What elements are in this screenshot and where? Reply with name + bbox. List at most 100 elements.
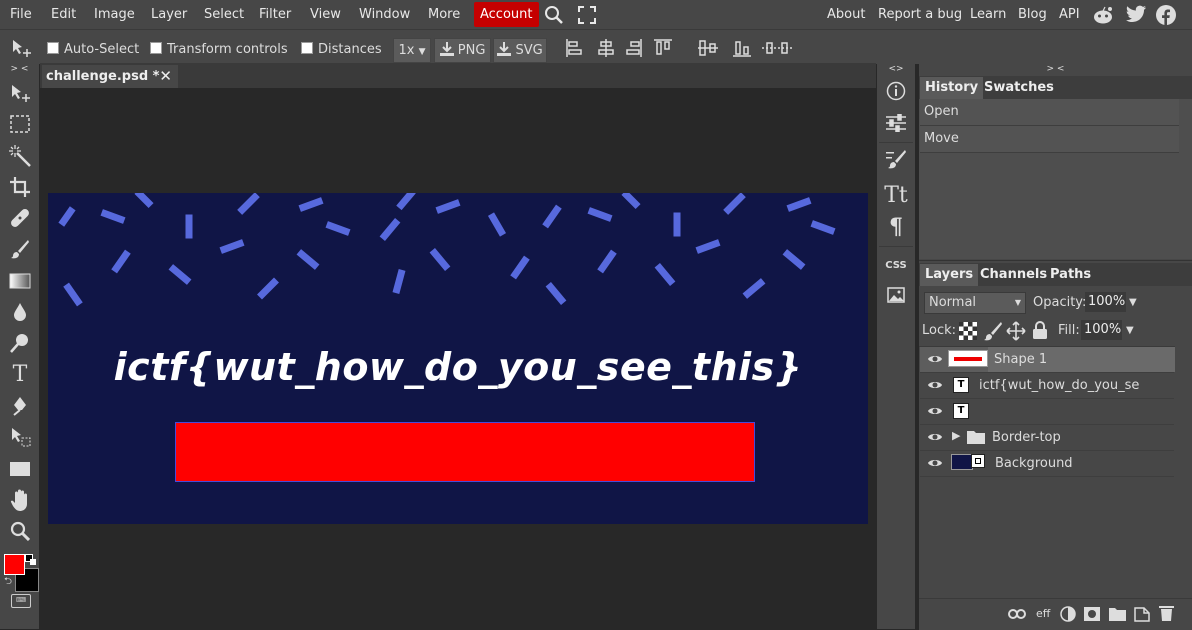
- lock-transparency-icon[interactable]: [959, 322, 977, 340]
- blur-tool[interactable]: [5, 299, 35, 325]
- align-top-icon[interactable]: [654, 39, 672, 55]
- effects-button[interactable]: eff: [1036, 607, 1050, 620]
- search-icon[interactable]: [544, 5, 564, 25]
- link-api[interactable]: API: [1059, 0, 1080, 29]
- opacity-dropdown-icon[interactable]: ▼: [1129, 293, 1137, 313]
- new-group-icon[interactable]: [1109, 607, 1126, 621]
- hand-tool[interactable]: [5, 487, 35, 513]
- pen-tool[interactable]: [5, 393, 35, 419]
- zoom-tool[interactable]: [5, 518, 35, 544]
- fill-dropdown-icon[interactable]: ▼: [1126, 321, 1134, 341]
- adjustments-icon[interactable]: [881, 109, 911, 137]
- menu-filter[interactable]: Filter: [259, 0, 291, 29]
- foreground-color-swatch[interactable]: [4, 554, 25, 575]
- opacity-input[interactable]: 100%: [1085, 292, 1126, 312]
- visibility-eye-icon[interactable]: [927, 378, 943, 392]
- visibility-eye-icon[interactable]: [927, 404, 943, 418]
- dodge-tool[interactable]: [5, 330, 35, 356]
- distribute-icon[interactable]: [762, 42, 792, 54]
- lock-position-icon[interactable]: [1006, 321, 1026, 341]
- swap-colors-icon[interactable]: ⮌: [4, 574, 12, 591]
- facebook-icon[interactable]: [1156, 5, 1176, 25]
- marquee-tool[interactable]: [5, 111, 35, 137]
- menu-file[interactable]: File: [10, 0, 32, 29]
- add-mask-icon[interactable]: [1084, 607, 1100, 621]
- layer-row-shape-1[interactable]: Shape 1: [920, 347, 1175, 373]
- layer-row-text-empty[interactable]: T: [920, 399, 1174, 425]
- close-icon[interactable]: ✕: [159, 65, 172, 88]
- magic-wand-tool[interactable]: [5, 143, 35, 169]
- image-icon[interactable]: [881, 281, 911, 309]
- tab-channels[interactable]: Channels: [975, 264, 1052, 286]
- move-tool[interactable]: [5, 80, 35, 106]
- healing-tool[interactable]: [5, 205, 35, 231]
- reddit-icon[interactable]: [1092, 5, 1114, 25]
- menu-image[interactable]: Image: [94, 0, 135, 29]
- blend-mode-value: Normal: [929, 295, 977, 310]
- menu-edit[interactable]: Edit: [51, 0, 76, 29]
- brush-settings-icon[interactable]: [881, 145, 911, 173]
- align-center-h-icon[interactable]: [598, 39, 614, 57]
- account-button[interactable]: Account: [474, 2, 539, 27]
- new-layer-icon[interactable]: [1134, 605, 1150, 622]
- link-blog[interactable]: Blog: [1018, 0, 1047, 29]
- distances-checkbox[interactable]: Distances: [301, 30, 382, 64]
- export-png-button[interactable]: PNG: [434, 38, 491, 63]
- align-middle-icon[interactable]: [698, 40, 718, 56]
- expand-toggle-icon[interactable]: <>: [877, 63, 915, 75]
- menu-window[interactable]: Window: [359, 0, 410, 29]
- document-tab[interactable]: challenge.psd * ✕: [42, 65, 178, 88]
- info-icon[interactable]: [881, 77, 911, 105]
- auto-select-checkbox[interactable]: Auto-Select: [47, 30, 139, 64]
- collapse-toggle-icon[interactable]: > <: [0, 63, 39, 75]
- fill-input[interactable]: 100%: [1081, 320, 1122, 340]
- menu-more[interactable]: More: [428, 0, 460, 29]
- align-right-icon[interactable]: [626, 39, 642, 57]
- tab-paths[interactable]: Paths: [1045, 264, 1096, 286]
- panel-collapse-icon[interactable]: > <: [919, 63, 1192, 75]
- twitter-icon[interactable]: [1126, 5, 1147, 25]
- align-left-icon[interactable]: [566, 39, 582, 57]
- shape-tool[interactable]: [5, 456, 35, 482]
- css-icon[interactable]: CSS: [881, 251, 911, 279]
- adjustment-layer-icon[interactable]: [1060, 606, 1076, 622]
- history-entry-open[interactable]: Open: [920, 99, 1179, 126]
- delete-layer-icon[interactable]: [1159, 604, 1174, 622]
- expand-group-icon[interactable]: ▶: [952, 429, 960, 442]
- blend-mode-select[interactable]: Normal ▼: [924, 292, 1026, 314]
- lock-pixels-icon[interactable]: [983, 321, 1003, 341]
- text-tool[interactable]: T: [5, 361, 35, 387]
- layer-row-background[interactable]: Background: [920, 451, 1174, 477]
- layer-list-scrollbar[interactable]: [1176, 346, 1192, 598]
- document-canvas[interactable]: ictf{wut_how_do_you_see_this}: [48, 193, 868, 524]
- tab-swatches[interactable]: Swatches: [979, 77, 1059, 99]
- keyboard-icon[interactable]: ⌨: [11, 594, 31, 608]
- align-bottom-icon[interactable]: [733, 41, 751, 57]
- character-icon[interactable]: Tt: [881, 181, 911, 209]
- direct-select-tool[interactable]: [5, 424, 35, 450]
- menu-select[interactable]: Select: [204, 0, 244, 29]
- fullscreen-icon[interactable]: [578, 6, 596, 24]
- tab-layers[interactable]: Layers: [920, 264, 979, 286]
- paragraph-icon[interactable]: ¶: [881, 213, 911, 241]
- history-entry-move[interactable]: Move: [920, 126, 1179, 153]
- link-learn[interactable]: Learn: [970, 0, 1006, 29]
- zoom-select[interactable]: 1x ▼: [393, 38, 431, 63]
- visibility-eye-icon[interactable]: [927, 430, 943, 444]
- menu-layer[interactable]: Layer: [151, 0, 187, 29]
- transform-controls-checkbox[interactable]: Transform controls: [150, 30, 288, 64]
- crop-tool[interactable]: [5, 174, 35, 200]
- tab-history[interactable]: History: [920, 77, 984, 99]
- link-about[interactable]: About: [827, 0, 865, 29]
- layer-row-border-top[interactable]: ▶ Border-top: [920, 425, 1174, 451]
- menu-view[interactable]: View: [310, 0, 341, 29]
- link-layers-icon[interactable]: [1008, 609, 1026, 619]
- visibility-eye-icon[interactable]: [927, 456, 943, 470]
- lock-all-icon[interactable]: [1032, 320, 1048, 340]
- gradient-tool[interactable]: [5, 268, 35, 294]
- link-report-bug[interactable]: Report a bug: [878, 0, 962, 29]
- layer-row-text[interactable]: T ictf{wut_how_do_you_se: [920, 373, 1174, 399]
- export-svg-button[interactable]: SVG: [493, 38, 547, 63]
- visibility-eye-icon[interactable]: [927, 352, 943, 366]
- brush-tool[interactable]: [5, 236, 35, 262]
